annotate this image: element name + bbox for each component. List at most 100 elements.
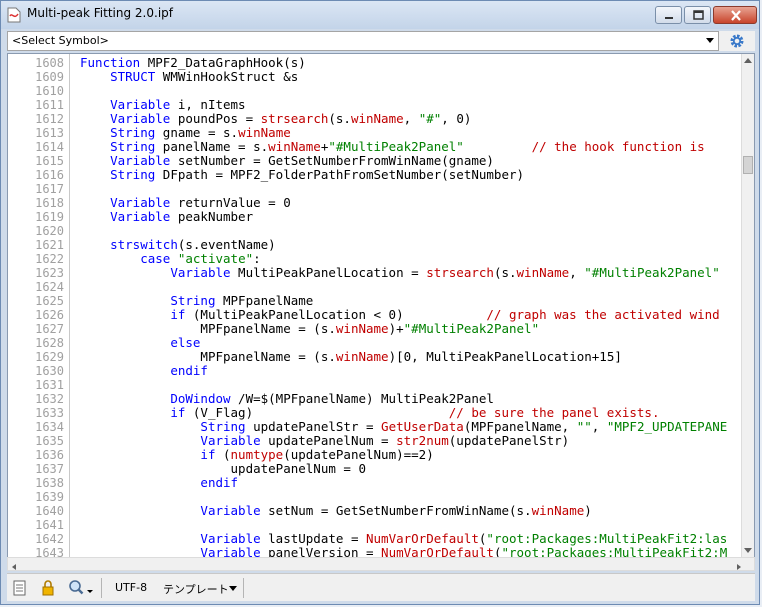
code-text[interactable]: String MPFpanelName xyxy=(80,294,313,308)
code-token: )[0, MultiPeakPanelLocation+15] xyxy=(388,349,622,364)
code-text[interactable]: Variable peakNumber xyxy=(80,210,253,224)
code-text[interactable]: String updatePanelStr = GetUserData(MPFp… xyxy=(80,420,727,434)
code-token: // be sure the panel exists. xyxy=(448,405,660,420)
code-line[interactable]: 1612 Variable poundPos = strsearch(s.win… xyxy=(8,112,741,127)
code-line[interactable]: 1615 Variable setNumber = GetSetNumberFr… xyxy=(8,154,741,169)
code-token: (V_Flag) xyxy=(192,405,449,420)
line-number: 1613 xyxy=(35,126,64,140)
code-text[interactable]: endif xyxy=(80,476,238,490)
code-text[interactable]: Variable setNum = GetSetNumberFromWinNam… xyxy=(80,504,591,518)
line-number: 1626 xyxy=(35,308,64,322)
code-text[interactable]: String DFpath = MPF2_FolderPathFromSetNu… xyxy=(80,168,524,182)
code-text[interactable]: endif xyxy=(80,364,208,378)
code-text[interactable]: Variable returnValue = 0 xyxy=(80,196,291,210)
code-token: strsearch xyxy=(426,265,494,280)
code-line[interactable]: 1610 xyxy=(8,84,741,98)
code-line[interactable]: 1613 String gname = s.winName xyxy=(8,126,741,141)
code-line[interactable]: 1625 String MPFpanelName xyxy=(8,294,741,309)
code-line[interactable]: 1618 Variable returnValue = 0 xyxy=(8,196,741,211)
template-menu[interactable]: テンプレート xyxy=(163,581,229,597)
code-line[interactable]: 1621 strswitch(s.eventName) xyxy=(8,238,741,253)
code-line[interactable]: 1629 MPFpanelName = (s.winName)[0, Multi… xyxy=(8,349,741,365)
minimize-button[interactable] xyxy=(655,6,682,24)
code-token: numtype xyxy=(230,447,284,462)
code-line[interactable]: 1633 if (V_Flag) // be sure the panel ex… xyxy=(8,406,741,421)
title-bar[interactable]: Multi-peak Fitting 2.0.ipf xyxy=(1,1,759,29)
code-text[interactable]: strswitch(s.eventName) xyxy=(80,238,276,252)
code-area[interactable]: 1608 Function MPF2_DataGraphHook(s) 1609 S… xyxy=(8,56,741,558)
code-line[interactable]: 1634 String updatePanelStr = GetUserData… xyxy=(8,420,741,435)
code-text[interactable]: DoWindow /W=$(MPFpanelName) MultiPeak2Pa… xyxy=(80,392,494,406)
line-number: 1612 xyxy=(35,112,64,126)
code-line[interactable]: 1616 String DFpath = MPF2_FolderPathFrom… xyxy=(8,168,741,183)
code-text[interactable]: Variable updatePanelNum = str2num(update… xyxy=(80,434,569,448)
code-token: updatePanelNum = xyxy=(268,433,397,448)
chevron-down-icon[interactable] xyxy=(229,586,237,591)
code-text[interactable]: Variable MultiPeakPanelLocation = strsea… xyxy=(80,265,719,280)
magnifier-icon[interactable] xyxy=(67,579,95,597)
code-text[interactable]: String panelName = s.winName+"#MultiPeak… xyxy=(80,140,705,154)
code-text[interactable]: String gname = s.winName xyxy=(80,126,291,140)
vertical-scrollbar[interactable] xyxy=(741,54,754,558)
code-token: if xyxy=(170,405,193,420)
code-text[interactable]: updatePanelNum = 0 xyxy=(80,462,366,476)
code-editor[interactable]: 1608 Function MPF2_DataGraphHook(s) 1609 S… xyxy=(7,53,755,559)
code-line[interactable]: 1611 Variable i, nItems xyxy=(8,98,741,113)
code-line[interactable]: 1640 Variable setNum = GetSetNumberFromW… xyxy=(8,504,741,519)
close-button[interactable] xyxy=(713,6,757,24)
code-text[interactable]: STRUCT WMWinHookStruct &s xyxy=(80,70,298,84)
maximize-icon xyxy=(693,10,704,20)
code-line[interactable]: 1626 if (MultiPeakPanelLocation < 0) // … xyxy=(8,308,741,323)
code-line[interactable]: 1627 MPFpanelName = (s.winName)+"#MultiP… xyxy=(8,322,741,337)
code-text[interactable]: else xyxy=(80,336,200,350)
code-text[interactable]: case "activate": xyxy=(80,252,260,266)
code-line[interactable]: 1609 STRUCT WMWinHookStruct &s xyxy=(8,70,741,85)
code-text[interactable]: Variable setNumber = GetSetNumberFromWin… xyxy=(80,154,494,168)
minimize-icon xyxy=(665,17,673,19)
code-line[interactable]: 1641 xyxy=(8,518,741,532)
code-line[interactable]: 1636 if (numtype(updatePanelNum)==2) xyxy=(8,447,741,463)
code-text[interactable]: MPFpanelName = (s.winName)[0, MultiPeakP… xyxy=(80,349,622,364)
code-line[interactable]: 1638 endif xyxy=(8,476,741,491)
code-line[interactable]: 1631 xyxy=(8,378,741,392)
gear-icon[interactable] xyxy=(729,33,745,49)
code-text[interactable]: Function MPF2_DataGraphHook(s) xyxy=(80,56,306,70)
code-line[interactable]: 1608 Function MPF2_DataGraphHook(s) xyxy=(8,56,741,70)
code-text[interactable]: Variable lastUpdate = NumVarOrDefault("r… xyxy=(80,532,727,546)
code-line[interactable]: 1624 xyxy=(8,280,741,294)
horizontal-scrollbar[interactable] xyxy=(7,557,755,571)
code-token: (updatePanelStr) xyxy=(448,433,570,448)
lock-icon[interactable] xyxy=(39,579,57,597)
code-line[interactable]: 1622 case "activate": xyxy=(8,252,741,267)
code-line[interactable]: 1620 xyxy=(8,224,741,238)
code-text[interactable]: Variable poundPos = strsearch(s.winName,… xyxy=(80,112,471,126)
symbol-select[interactable]: <Select Symbol> xyxy=(7,31,719,51)
code-line[interactable]: 1642 Variable lastUpdate = NumVarOrDefau… xyxy=(8,532,741,547)
code-text[interactable]: if (MultiPeakPanelLocation < 0) // graph… xyxy=(80,308,719,322)
code-line[interactable]: 1639 xyxy=(8,490,741,504)
code-line[interactable]: 1617 xyxy=(8,182,741,196)
code-line[interactable]: 1632 DoWindow /W=$(MPFpanelName) MultiPe… xyxy=(8,392,741,407)
code-token: updatePanelStr = xyxy=(253,419,382,434)
code-line[interactable]: 1619 Variable peakNumber xyxy=(8,210,741,225)
maximize-button[interactable] xyxy=(684,6,711,24)
code-text[interactable]: MPFpanelName = (s.winName)+"#MultiPeak2P… xyxy=(80,322,539,336)
line-number: 1614 xyxy=(35,140,64,154)
document-icon[interactable] xyxy=(11,579,29,597)
code-line[interactable]: 1614 String panelName = s.winName+"#Mult… xyxy=(8,140,741,155)
code-line[interactable]: 1628 else xyxy=(8,336,741,351)
code-text[interactable]: Variable i, nItems xyxy=(80,98,245,112)
code-token: Variable xyxy=(110,195,178,210)
encoding-label[interactable]: UTF-8 xyxy=(115,581,147,594)
scroll-down-icon[interactable] xyxy=(744,548,752,553)
code-text[interactable]: if (V_Flag) // be sure the panel exists. xyxy=(80,406,659,420)
scroll-thumb[interactable] xyxy=(743,156,753,174)
code-text[interactable]: if (numtype(updatePanelNum)==2) xyxy=(80,447,433,462)
code-line[interactable]: 1630 endif xyxy=(8,364,741,379)
scroll-up-icon[interactable] xyxy=(744,58,752,63)
code-line[interactable]: 1635 Variable updatePanelNum = str2num(u… xyxy=(8,434,741,449)
code-line[interactable]: 1623 Variable MultiPeakPanelLocation = s… xyxy=(8,265,741,281)
line-number: 1623 xyxy=(35,266,64,280)
chevron-down-icon xyxy=(706,38,714,43)
code-line[interactable]: 1637 updatePanelNum = 0 xyxy=(8,462,741,477)
